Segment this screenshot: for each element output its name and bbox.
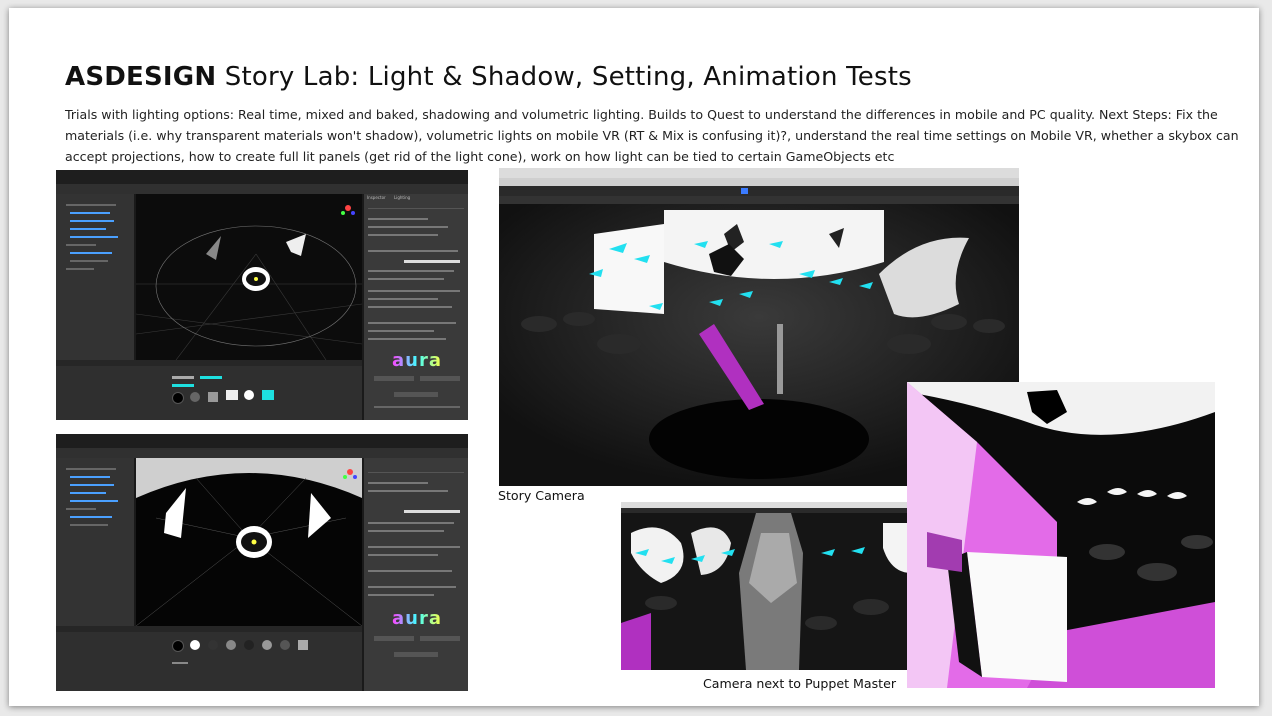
title-brand: ASDESIGN <box>65 62 217 92</box>
puppet-camera-caption: Camera next to Puppet Master <box>703 676 897 691</box>
project-panel <box>56 626 362 691</box>
headset-view-render[interactable] <box>907 382 1215 688</box>
scene-gizmos <box>135 205 363 361</box>
scene-view[interactable] <box>135 458 363 627</box>
puppet-view-render[interactable] <box>621 513 911 670</box>
project-panel <box>56 360 362 420</box>
inspector-tab[interactable]: Inspector <box>367 195 386 200</box>
inspector-panel: aura <box>364 458 468 691</box>
scene-view[interactable] <box>135 194 363 361</box>
lighting-tab[interactable]: Lighting <box>394 195 410 200</box>
scene-render <box>135 458 363 627</box>
unity-editor-screenshot-top: Inspector Lighting aura <box>56 170 468 420</box>
story-camera-caption: Story Camera <box>498 488 585 503</box>
hierarchy-panel <box>56 458 134 626</box>
title-text: Story Lab: Light & Shadow, Setting, Anim… <box>216 62 912 92</box>
hierarchy-panel <box>56 194 134 360</box>
aura-logo: aura <box>392 608 442 629</box>
aura-logo: aura <box>392 350 442 371</box>
presentation-sheet: ASDESIGN Story Lab: Light & Shadow, Sett… <box>9 8 1259 706</box>
unity-editor-screenshot-bottom: aura <box>56 434 468 691</box>
puppet-camera-screenshot <box>621 502 911 670</box>
page-description: Trials with lighting options: Real time,… <box>65 107 1239 164</box>
inspector-panel: Inspector Lighting aura <box>364 194 468 420</box>
page-title: ASDESIGN Story Lab: Light & Shadow, Sett… <box>65 62 912 92</box>
headset-view-screenshot <box>907 382 1215 688</box>
